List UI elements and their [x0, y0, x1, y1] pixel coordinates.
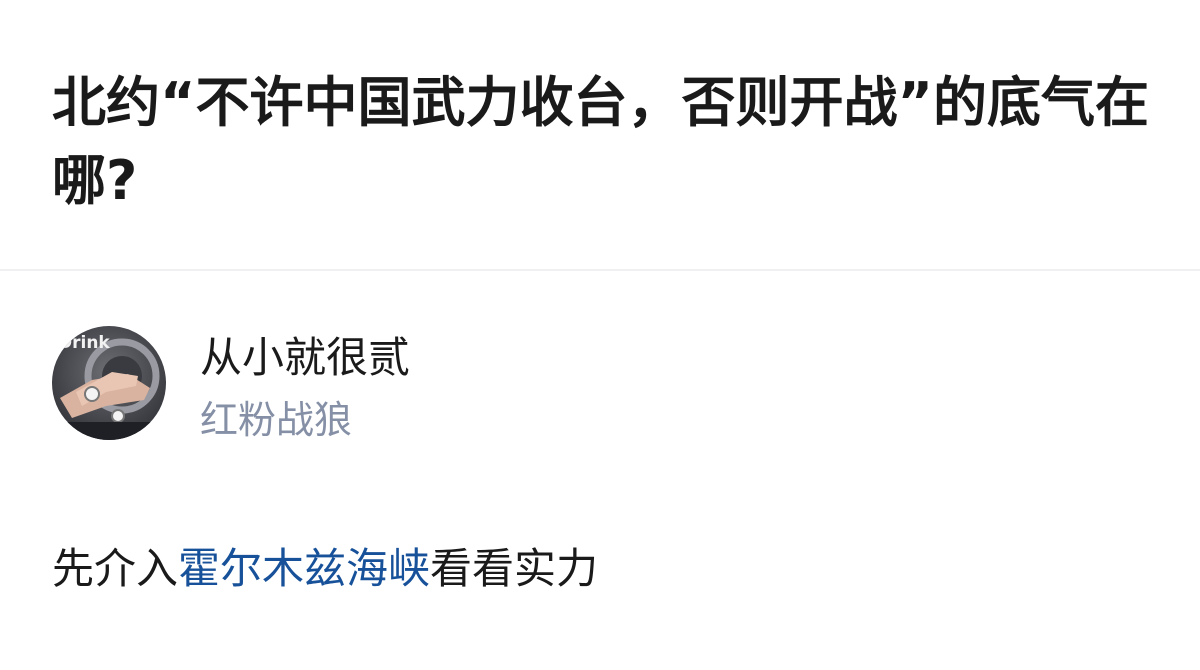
- author-badge: 红粉战狼: [200, 398, 353, 442]
- answer-text-before: 先介入: [52, 544, 179, 593]
- avatar-image: Drink: [52, 326, 166, 440]
- avatar[interactable]: Drink: [52, 326, 166, 440]
- question-title[interactable]: 北约“不许中国武力收台，否则开战”的底气在哪?: [52, 64, 1162, 220]
- avatar-text: Drink: [58, 333, 110, 353]
- answer-text-after: 看看实力: [430, 544, 599, 593]
- topic-link[interactable]: 霍尔木兹海峡: [178, 544, 430, 593]
- answer-content: 先介入霍尔木兹海峡看看实力: [52, 540, 598, 598]
- divider: [0, 269, 1200, 271]
- author-name[interactable]: 从小就很贰: [200, 330, 410, 386]
